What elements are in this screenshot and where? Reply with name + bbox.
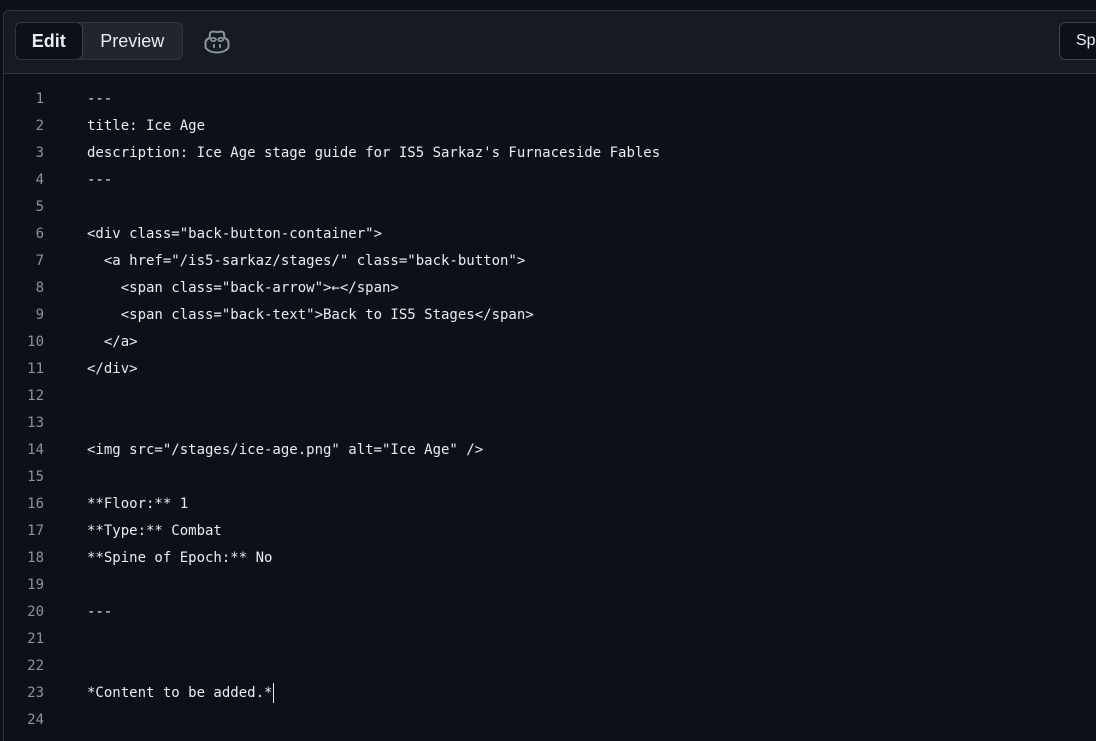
spaces-dropdown-button[interactable]: Spa [1059,22,1096,60]
tab-edit[interactable]: Edit [16,23,83,59]
edit-preview-tabs: Edit Preview [15,22,183,60]
text-cursor [273,683,275,703]
copilot-icon[interactable] [204,30,230,54]
editor-toolbar: Edit Preview Spa [4,11,1096,74]
line-number: 10 [27,334,44,350]
line-text: **Floor:** 1 [87,496,189,512]
line-text: --- [87,91,113,107]
code-line[interactable]: 18 **Spine of Epoch:** No [4,545,1096,572]
line-number: 23 [27,685,44,701]
line-number: 1 [35,91,44,107]
markdown-editor: Edit Preview Spa 1 --- 2 title: Ice Age 3 des… [3,10,1096,741]
code-line[interactable]: 9 <span class="back-text">Back to IS5 St… [4,302,1096,329]
line-number: 14 [27,442,44,458]
code-line[interactable]: 22 [4,653,1096,680]
line-text: title: Ice Age [87,118,206,134]
line-text: --- [87,172,113,188]
code-line[interactable]: 10 </a> [4,329,1096,356]
line-number: 9 [35,307,44,323]
line-number: 3 [35,145,44,161]
line-number: 7 [35,253,44,269]
line-number: 5 [35,199,44,215]
code-line[interactable]: 11 </div> [4,356,1096,383]
line-text: <a href="/is5-sarkaz/stages/" class="bac… [87,253,526,269]
code-line[interactable]: 17 **Type:** Combat [4,518,1096,545]
line-number: 4 [35,172,44,188]
line-number: 20 [27,604,44,620]
line-number: 12 [27,388,44,404]
tab-preview[interactable]: Preview [83,23,182,59]
code-line[interactable]: 13 [4,410,1096,437]
code-line[interactable]: 1 --- [4,86,1096,113]
line-text: </div> [87,361,138,377]
line-text: **Type:** Combat [87,523,222,539]
line-number: 19 [27,577,44,593]
line-text: --- [87,604,113,620]
code-line[interactable]: 19 [4,572,1096,599]
line-number: 13 [27,415,44,431]
line-number: 24 [27,712,44,728]
line-text: <span class="back-text">Back to IS5 Stag… [87,307,534,323]
line-number: 2 [35,118,44,134]
code-line[interactable]: 5 [4,194,1096,221]
line-text: *Content to be added.* [87,683,275,703]
code-line[interactable]: 2 title: Ice Age [4,113,1096,140]
code-line[interactable]: 15 [4,464,1096,491]
line-text: **Spine of Epoch:** No [87,550,273,566]
line-text: description: Ice Age stage guide for IS5… [87,145,661,161]
line-text: <div class="back-button-container"> [87,226,383,242]
code-line[interactable]: 7 <a href="/is5-sarkaz/stages/" class="b… [4,248,1096,275]
line-number: 11 [27,361,44,377]
code-line[interactable]: 6 <div class="back-button-container"> [4,221,1096,248]
line-text: <img src="/stages/ice-age.png" alt="Ice … [87,442,484,458]
code-line[interactable]: 20 --- [4,599,1096,626]
code-line[interactable]: 4 --- [4,167,1096,194]
code-editor[interactable]: 1 --- 2 title: Ice Age 3 description: Ice Age… [4,86,1096,741]
line-text: <span class="back-arrow">←</span> [87,280,399,296]
code-line[interactable]: 24 [4,707,1096,734]
code-line[interactable]: 14 <img src="/stages/ice-age.png" alt="Ic… [4,437,1096,464]
line-number: 22 [27,658,44,674]
line-number: 17 [27,523,44,539]
code-line[interactable]: 12 [4,383,1096,410]
line-number: 18 [27,550,44,566]
code-line[interactable]: 8 <span class="back-arrow">←</span> [4,275,1096,302]
code-line[interactable]: 3 description: Ice Age stage guide for IS… [4,140,1096,167]
line-number: 15 [27,469,44,485]
line-number: 16 [27,496,44,512]
line-number: 8 [35,280,44,296]
line-number: 6 [35,226,44,242]
code-line[interactable]: 23 *Content to be added.* [4,680,1096,707]
code-line[interactable]: 16 **Floor:** 1 [4,491,1096,518]
line-text: </a> [87,334,138,350]
line-number: 21 [27,631,44,647]
code-line[interactable]: 21 [4,626,1096,653]
